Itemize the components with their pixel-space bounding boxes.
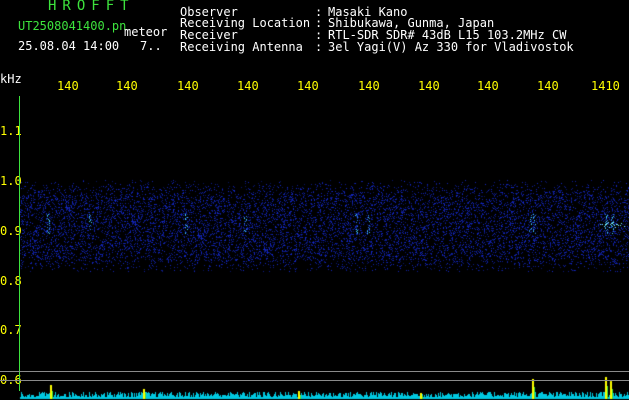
y-axis-unit: kHz [0, 72, 22, 86]
date-time: 25.08.04 14:00 [18, 39, 120, 53]
x-tick-label: 140 [537, 79, 559, 93]
x-tick-label: 140 [237, 79, 259, 93]
y-axis-line [19, 96, 20, 391]
x-tick-label: 140 [57, 79, 79, 93]
x-tick-label: 140 [418, 79, 440, 93]
antenna-value: 3el Yagi(V) Az 330 for Vladivostok [328, 40, 574, 54]
antenna-label: Receiving Antenna [180, 40, 303, 54]
x-tick-label: 140 [477, 79, 499, 93]
x-tick-label: 1410 [591, 79, 620, 93]
app-title: HROFFT [48, 0, 135, 14]
sv-value: 7.. [140, 39, 162, 53]
x-tick-label: 140 [358, 79, 380, 93]
meteor-label: meteor [124, 25, 168, 39]
antenna-colon: : [315, 40, 323, 54]
x-tick-label: 140 [116, 79, 138, 93]
spectrum-top-line [0, 371, 629, 372]
x-tick-label: 140 [177, 79, 199, 93]
spectrogram-canvas [0, 0, 629, 400]
x-tick-label: 140 [297, 79, 319, 93]
spectrum-baseline [0, 380, 629, 381]
file-name: UT2508041400.pn [18, 19, 127, 33]
